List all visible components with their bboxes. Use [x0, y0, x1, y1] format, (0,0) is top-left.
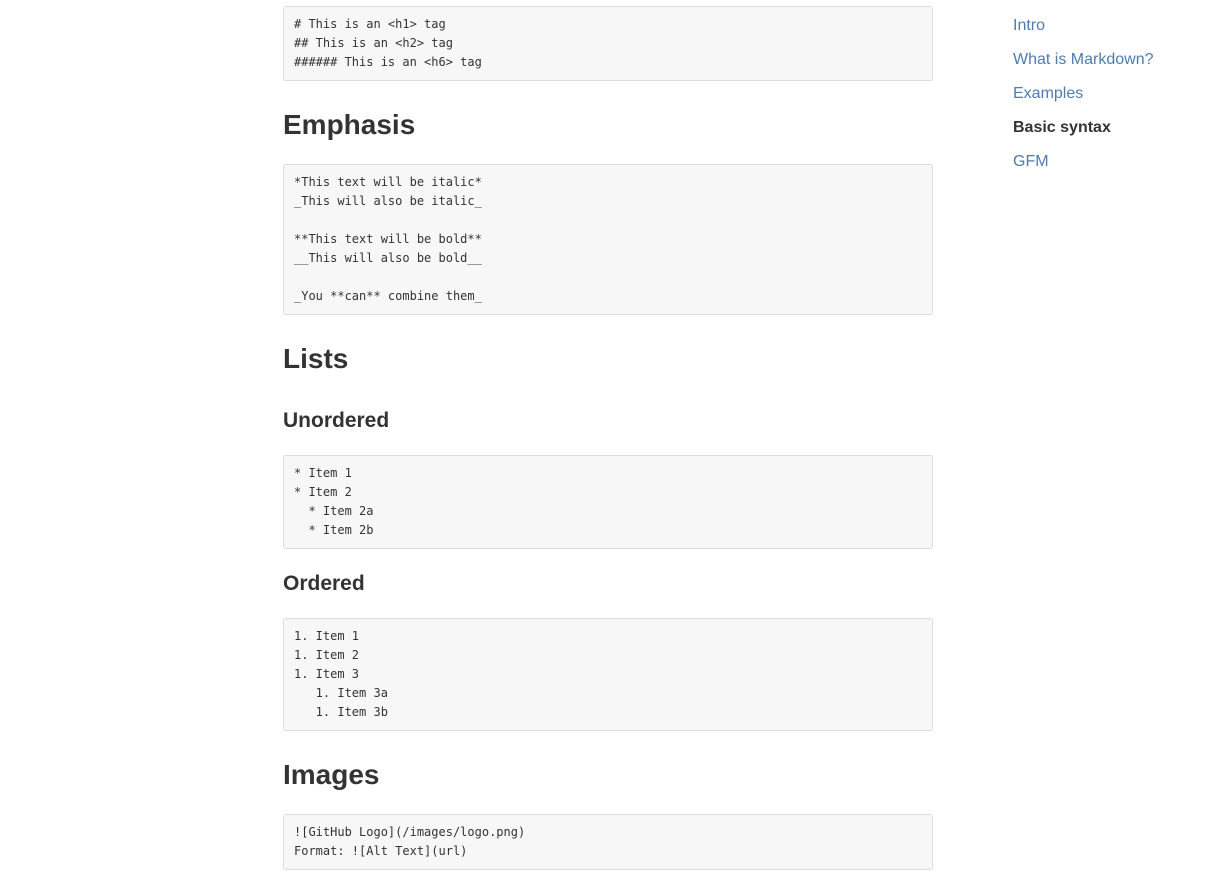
code-line: ###### This is an <h6> tag: [294, 55, 482, 69]
code-line: 1. Item 2: [294, 648, 360, 662]
code-line: # This is an <h1> tag: [294, 17, 446, 31]
toc-link-intro[interactable]: Intro: [1013, 14, 1193, 48]
code-line: ## This is an <h2> tag: [294, 36, 453, 50]
heading-emphasis: Emphasis: [283, 109, 416, 140]
heading-images: Images: [283, 759, 380, 790]
code-line: * Item 2a: [294, 504, 374, 518]
code-block-ordered: 1. Item 1 1. Item 2 1. Item 3 1. Item 3a…: [283, 618, 933, 731]
code-block-images: ![GitHub Logo](/images/logo.png) Format:…: [283, 814, 933, 870]
code-line: ![GitHub Logo](/images/logo.png): [294, 825, 526, 839]
code-line: _This will also be italic_: [294, 194, 482, 208]
toc-link-examples[interactable]: Examples: [1013, 82, 1193, 116]
code-line: * Item 2: [294, 485, 352, 499]
code-line: 1. Item 1: [294, 629, 360, 643]
code-block-emphasis: *This text will be italic* _This will al…: [283, 164, 933, 315]
toc-link-basic-syntax[interactable]: Basic syntax: [1013, 116, 1193, 150]
code-line: *This text will be italic*: [294, 175, 482, 189]
code-line: * Item 1: [294, 466, 352, 480]
code-block-headers: # This is an <h1> tag ## This is an <h2>…: [283, 6, 933, 81]
code-line: _You **can** combine them_: [294, 289, 482, 303]
code-line: **This text will be bold**: [294, 232, 482, 246]
heading-lists: Lists: [283, 343, 349, 374]
table-of-contents: Intro What is Markdown? Examples Basic s…: [1013, 14, 1193, 184]
code-block-unordered: * Item 1 * Item 2 * Item 2a * Item 2b: [283, 455, 933, 549]
code-line: __This will also be bold__: [294, 251, 482, 265]
heading-ordered: Ordered: [283, 572, 365, 595]
toc-link-gfm[interactable]: GFM: [1013, 150, 1193, 184]
code-line: 1. Item 3a: [294, 686, 388, 700]
code-line: 1. Item 3: [294, 667, 360, 681]
toc-link-what-is-markdown[interactable]: What is Markdown?: [1013, 48, 1193, 82]
code-line: 1. Item 3b: [294, 705, 388, 719]
code-line: Format: ![Alt Text](url): [294, 844, 468, 858]
code-line: * Item 2b: [294, 523, 374, 537]
heading-unordered: Unordered: [283, 409, 390, 432]
